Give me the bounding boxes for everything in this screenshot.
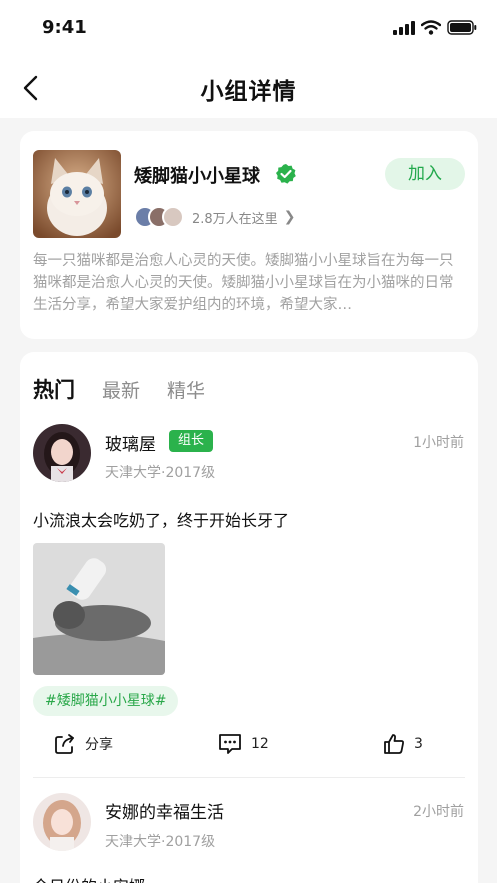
author-avatar[interactable] [33, 793, 91, 851]
join-button[interactable]: 加入 [385, 158, 465, 190]
thumbs-up-icon [384, 734, 404, 754]
comment-button[interactable]: 12 [217, 732, 269, 756]
nav-bar: 小组详情 [0, 58, 497, 118]
member-count: 2.8万人在这里 [192, 211, 278, 227]
post-divider [33, 777, 465, 778]
share-button[interactable]: 分享 [53, 732, 113, 756]
comment-icon [219, 734, 241, 754]
share-icon [55, 734, 74, 754]
status-icons [393, 20, 477, 35]
member-avatar [162, 206, 184, 228]
group-description: 每一只猫咪都是治愈人心灵的天使。矮脚猫小小星球旨在为每一只猫咪都是治愈人心灵的天… [33, 253, 454, 313]
post-timestamp: 1小时前 [413, 435, 464, 451]
post-author-meta: 天津大学·2017级 [105, 834, 216, 850]
like-button[interactable]: 3 [382, 732, 423, 756]
feed-card: 热门 最新 精华 玻璃屋 组长 天津大学·2017级 1小时前 小流浪太会吃奶了… [20, 352, 478, 883]
share-label: 分享 [85, 737, 113, 753]
like-count: 3 [414, 736, 423, 752]
post-image[interactable] [33, 543, 165, 675]
post-text[interactable]: 今日份的小安娜 [33, 873, 145, 883]
page-title: 小组详情 [200, 79, 297, 105]
author-avatar[interactable] [33, 424, 91, 482]
status-bar: 9:41 [0, 0, 497, 58]
group-avatar[interactable] [33, 150, 121, 238]
feed-tabs: 热门 最新 精华 [33, 374, 205, 404]
group-name: 矮脚猫小小星球 [134, 166, 260, 187]
comment-count: 12 [251, 736, 269, 752]
wifi-icon [421, 20, 441, 35]
post-timestamp: 2小时前 [413, 804, 464, 820]
tab-featured[interactable]: 精华 [167, 376, 205, 403]
role-badge: 组长 [169, 430, 214, 452]
member-row[interactable]: 2.8万人在这里 ❯ [134, 204, 295, 230]
post-text[interactable]: 小流浪太会吃奶了，终于开始长牙了 [33, 507, 289, 531]
group-info-card: 矮脚猫小小星球 加入 2.8万人在这里 ❯ 每一只猫咪都是治愈人心灵的天使。矮脚… [20, 131, 478, 339]
post-author-meta: 天津大学·2017级 [105, 465, 216, 481]
topic-hashtag[interactable]: #矮脚猫小小星球# [33, 686, 179, 716]
tab-hot[interactable]: 热门 [33, 374, 75, 404]
verified-check-icon [276, 164, 296, 184]
chevron-right-icon: ❯ [283, 209, 296, 225]
signal-icon [393, 20, 415, 35]
post-author-name[interactable]: 安娜的幸福生活 [105, 798, 224, 823]
post-author-name[interactable]: 玻璃屋 [105, 430, 156, 455]
tab-latest[interactable]: 最新 [102, 376, 140, 403]
status-time: 9:41 [42, 17, 87, 38]
battery-icon [447, 20, 477, 35]
